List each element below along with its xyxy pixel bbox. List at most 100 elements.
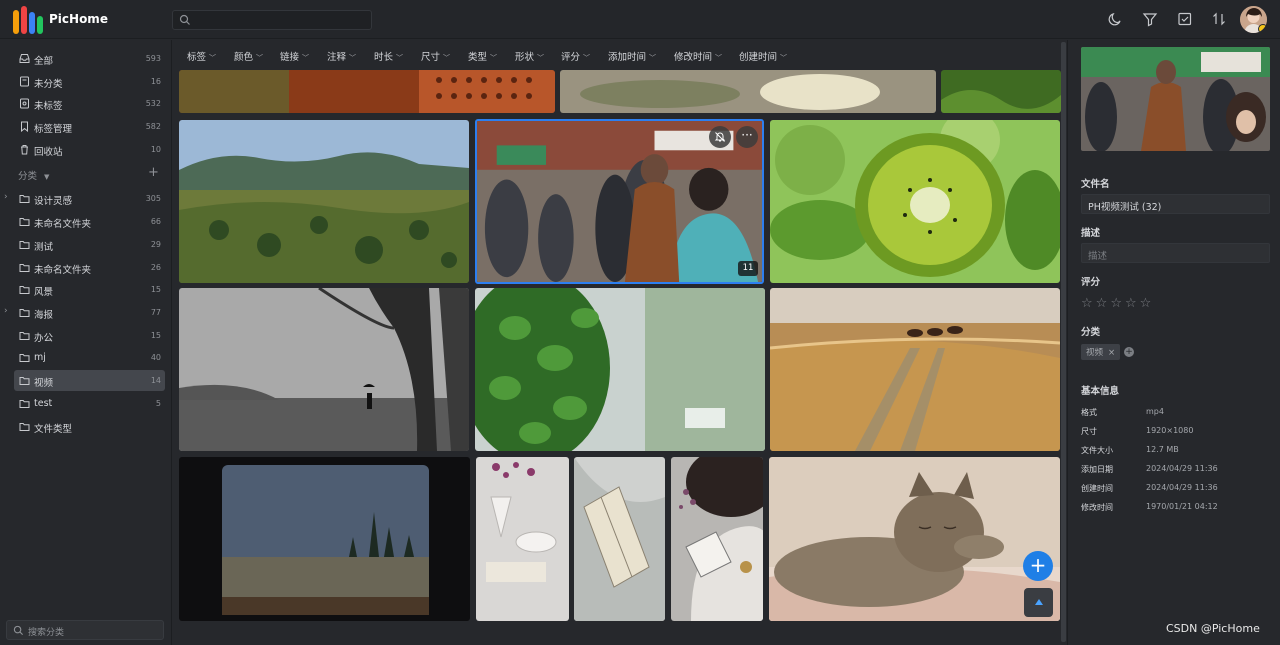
description-field[interactable]: 描述 <box>1081 243 1270 263</box>
sidebar-folder[interactable]: 风景 15 <box>14 279 165 300</box>
filter-dropdown[interactable]: 类型 ﹀ <box>468 49 497 63</box>
filename-field[interactable]: PH视频测试 (32) <box>1081 194 1270 214</box>
sidebar-item-count: 16 <box>150 77 161 86</box>
filter-dropdown[interactable]: 形状 ﹀ <box>515 49 544 63</box>
rating-stars[interactable]: ☆☆☆☆☆ <box>1081 296 1154 311</box>
image-thumbnail[interactable] <box>179 288 469 451</box>
star-icon[interactable]: ☆ <box>1140 296 1155 311</box>
filter-dropdown[interactable]: 修改时间 ﹀ <box>674 49 722 63</box>
filter-dropdown[interactable]: 添加时间 ﹀ <box>608 49 656 63</box>
filter-dropdown[interactable]: 尺寸 ﹀ <box>421 49 450 63</box>
sidebar-item-count: 582 <box>145 122 161 131</box>
filter-dropdown[interactable]: 创建时间 ﹀ <box>739 49 787 63</box>
sidebar-item-count: 26 <box>150 263 161 272</box>
filter-bar: 标签 ﹀ 颜色 ﹀ 链接 ﹀ 注释 ﹀ 时长 ﹀ 尺寸 ﹀ 类型 ﹀ 形状 ﹀ 评分 ﹀ 添加时间 ﹀ 修改时间 ﹀ 创建时… <box>180 40 1060 70</box>
star-icon[interactable]: ☆ <box>1125 296 1140 311</box>
image-thumbnail[interactable] <box>475 288 765 451</box>
back-to-top-button[interactable] <box>1024 588 1053 617</box>
chevron-down-icon: ﹀ <box>443 54 451 62</box>
chevron-down-icon: ﹀ <box>302 54 310 62</box>
bell-off-button[interactable] <box>709 126 731 148</box>
chevron-right-icon[interactable]: › <box>4 306 8 316</box>
item-count-badge: 11 <box>738 261 758 276</box>
image-thumbnail[interactable] <box>769 457 1060 621</box>
image-thumbnail[interactable] <box>574 457 665 621</box>
folder-icon <box>19 377 30 385</box>
watermark: CSDN @PicHome <box>1166 622 1260 635</box>
bookmark-icon <box>21 121 28 132</box>
filter-dropdown[interactable]: 注释 ﹀ <box>327 49 356 63</box>
filter-label: 评分 <box>561 52 581 63</box>
add-button[interactable]: + <box>1023 551 1053 581</box>
unclassified-icon <box>20 76 29 87</box>
image-thumbnail[interactable] <box>671 457 763 621</box>
image-thumbnail[interactable] <box>770 120 1060 283</box>
add-category-button[interactable]: + <box>148 165 159 180</box>
select-check-icon[interactable] <box>1177 11 1193 27</box>
filter-label: 修改时间 <box>674 52 713 63</box>
chevron-down-icon: ﹀ <box>490 54 498 62</box>
image-thumbnail[interactable] <box>179 457 470 621</box>
sidebar-folder[interactable]: mj 40 <box>14 347 165 368</box>
sidebar-item-label: 视频 <box>34 378 54 389</box>
image-thumbnail[interactable] <box>941 70 1061 113</box>
sidebar-folder[interactable]: › 设计灵感 305 <box>4 188 165 209</box>
image-thumbnail[interactable] <box>770 288 1060 451</box>
chevron-down-icon: ﹀ <box>349 54 357 62</box>
sidebar-item-untagged[interactable]: 未标签 532 <box>14 93 165 114</box>
preview-thumbnail[interactable] <box>1081 47 1270 151</box>
category-section-label: 分类 <box>18 171 38 182</box>
info-key: 修改时间 <box>1081 503 1113 512</box>
filter-dropdown[interactable]: 标签 ﹀ <box>187 49 216 63</box>
chevron-right-icon[interactable]: › <box>4 192 8 202</box>
sidebar-item-label: 未命名文件夹 <box>34 219 92 230</box>
details-panel: 文件名 PH视频测试 (32) 描述 描述 评分 ☆☆☆☆☆ 分类 视频 × + … <box>1067 40 1280 645</box>
filter-dropdown[interactable]: 颜色 ﹀ <box>234 49 263 63</box>
sidebar-folder[interactable]: 办公 15 <box>14 325 165 346</box>
grid-scrollbar[interactable] <box>1061 42 1066 642</box>
user-avatar[interactable] <box>1240 6 1267 33</box>
sidebar-folder[interactable]: › 海报 77 <box>4 302 165 323</box>
star-icon[interactable]: ☆ <box>1081 296 1096 311</box>
category-section-title[interactable]: 分类 ▼ <box>18 168 49 182</box>
image-thumbnail[interactable] <box>476 457 569 621</box>
filter-dropdown[interactable]: 评分 ﹀ <box>561 49 590 63</box>
close-icon[interactable]: × <box>1108 348 1115 358</box>
sidebar-item-tag-manager[interactable]: 标签管理 582 <box>14 116 165 137</box>
sidebar-item-label: 未分类 <box>34 79 63 90</box>
more-options-button[interactable]: ··· <box>736 126 758 148</box>
sidebar-folder[interactable]: 未命名文件夹 26 <box>14 257 165 278</box>
filter-dropdown[interactable]: 时长 ﹀ <box>374 49 403 63</box>
image-thumbnail[interactable] <box>179 70 555 113</box>
sidebar-item-unclassified[interactable]: 未分类 16 <box>14 71 165 92</box>
sidebar-item-count: 532 <box>145 99 161 108</box>
filter-dropdown[interactable]: 链接 ﹀ <box>280 49 309 63</box>
add-category-tag-button[interactable]: + <box>1124 347 1134 357</box>
folder-icon <box>19 241 30 249</box>
moon-icon[interactable] <box>1107 11 1123 27</box>
sidebar-folder[interactable]: test 5 <box>14 393 165 414</box>
sidebar-folder[interactable]: 文件类型 <box>14 416 165 437</box>
vip-badge-icon <box>1258 24 1267 33</box>
star-icon[interactable]: ☆ <box>1110 296 1125 311</box>
info-value: mp4 <box>1146 407 1164 416</box>
image-thumbnail[interactable] <box>179 120 469 283</box>
filter-icon[interactable] <box>1142 11 1158 27</box>
sidebar-item-label: mj <box>34 352 46 363</box>
info-key: 格式 <box>1081 408 1097 417</box>
chevron-down-icon: ﹀ <box>715 54 723 62</box>
sidebar-item-trash[interactable]: 回收站 10 <box>14 139 165 160</box>
global-search-input[interactable] <box>172 10 372 30</box>
sidebar-item-all[interactable]: 全部 593 <box>14 48 165 69</box>
filter-label: 颜色 <box>234 52 254 63</box>
sidebar-folder[interactable]: 视频 14 <box>14 370 165 391</box>
star-icon[interactable]: ☆ <box>1096 296 1111 311</box>
sidebar-folder[interactable]: 未命名文件夹 66 <box>14 211 165 232</box>
image-thumbnail[interactable] <box>560 70 936 113</box>
ellipsis-icon: ··· <box>741 128 753 142</box>
category-search-input[interactable]: 搜索分类 <box>6 620 164 640</box>
folder-icon <box>19 354 30 362</box>
sort-icon[interactable] <box>1211 11 1227 27</box>
filename-label: 文件名 <box>1081 179 1110 190</box>
sidebar-folder[interactable]: 测试 29 <box>14 234 165 255</box>
